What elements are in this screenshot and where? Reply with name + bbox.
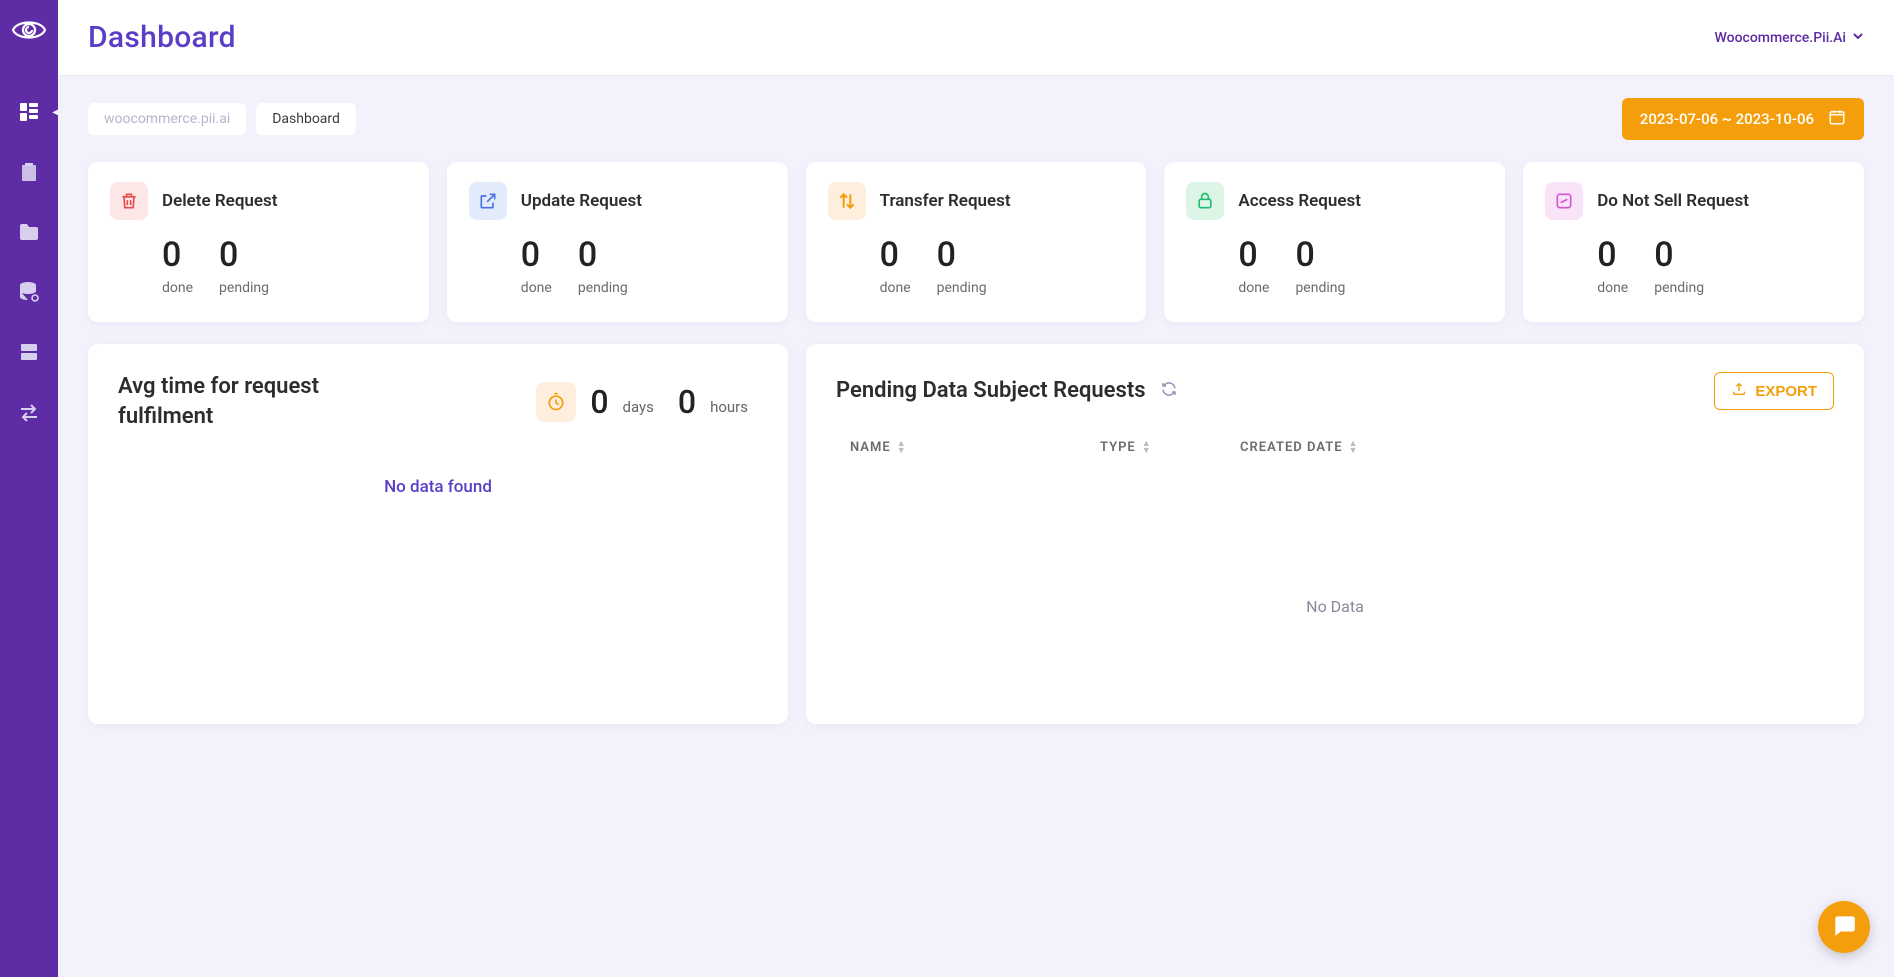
pending-title: Pending Data Subject Requests	[836, 376, 1146, 406]
pending-requests-panel: Pending Data Subject Requests EXPORT NAM…	[806, 344, 1864, 724]
avg-hours-value: 0	[678, 383, 696, 421]
breadcrumb-site[interactable]: woocommerce.pii.ai	[88, 103, 246, 135]
avg-no-data: No data found	[118, 477, 758, 497]
breadcrumb-page[interactable]: Dashboard	[256, 103, 356, 135]
trash-icon	[110, 182, 148, 220]
stat-label: Do Not Sell Request	[1597, 191, 1749, 211]
logo-eye-icon	[11, 16, 47, 48]
avg-hours-label: hours	[710, 398, 748, 422]
stat-card-donotsell[interactable]: Do Not Sell Request 0done 0pending	[1523, 162, 1864, 322]
sort-icon: ▲▼	[897, 441, 907, 455]
col-name[interactable]: NAME▲▼	[850, 440, 1100, 455]
nav-clipboard[interactable]	[0, 156, 58, 188]
avg-days-label: days	[623, 398, 654, 422]
slash-square-icon	[1545, 182, 1583, 220]
topbar: Dashboard Woocommerce.Pii.Ai	[58, 0, 1894, 76]
upload-icon	[1731, 381, 1747, 401]
stopwatch-icon	[536, 382, 576, 422]
tenant-name: Woocommerce.Pii.Ai	[1715, 30, 1846, 46]
export-label: EXPORT	[1755, 383, 1817, 400]
stat-label: Transfer Request	[880, 191, 1011, 211]
external-link-icon	[469, 182, 507, 220]
stat-card-access[interactable]: Access Request 0done 0pending	[1164, 162, 1505, 322]
avg-time-title: Avg time for request fulfilment	[118, 372, 418, 431]
export-button[interactable]: EXPORT	[1714, 372, 1834, 410]
breadcrumb: woocommerce.pii.ai Dashboard	[88, 103, 356, 135]
nav-dashboard[interactable]	[0, 96, 58, 128]
chat-icon	[1831, 912, 1857, 942]
nav-folder[interactable]	[0, 216, 58, 248]
avg-days-value: 0	[590, 383, 608, 421]
stat-label: Delete Request	[162, 191, 278, 211]
stat-cards-row: Delete Request 0done 0pending Update Req…	[88, 162, 1864, 322]
date-range-text: 2023-07-06 ~ 2023-10-06	[1640, 110, 1814, 128]
page-title: Dashboard	[88, 20, 236, 55]
date-range-picker[interactable]: 2023-07-06 ~ 2023-10-06	[1622, 98, 1864, 140]
arrows-updown-icon	[828, 182, 866, 220]
stat-card-update[interactable]: Update Request 0done 0pending	[447, 162, 788, 322]
lock-icon	[1186, 182, 1224, 220]
stat-done: 0	[162, 238, 193, 272]
table-header: NAME▲▼ TYPE▲▼ CREATED DATE▲▼	[836, 410, 1834, 467]
nav-storage[interactable]	[0, 336, 58, 368]
stat-pending: 0	[219, 238, 269, 272]
nav-transfer[interactable]	[0, 396, 58, 428]
stat-card-transfer[interactable]: Transfer Request 0done 0pending	[806, 162, 1147, 322]
col-type[interactable]: TYPE▲▼	[1100, 440, 1240, 455]
tenant-switcher[interactable]: Woocommerce.Pii.Ai	[1715, 30, 1864, 46]
chevron-down-icon	[1852, 30, 1864, 46]
stat-label: Access Request	[1238, 191, 1361, 211]
col-created[interactable]: CREATED DATE▲▼	[1240, 440, 1820, 455]
sort-icon: ▲▼	[1142, 441, 1152, 455]
table-empty: No Data	[836, 467, 1834, 616]
nav-database-gear[interactable]	[0, 276, 58, 308]
avg-time-panel: Avg time for request fulfilment 0 days 0…	[88, 344, 788, 724]
intercom-launcher[interactable]	[1818, 901, 1870, 953]
refresh-icon[interactable]	[1160, 380, 1178, 402]
stat-label: Update Request	[521, 191, 642, 211]
stat-card-delete[interactable]: Delete Request 0done 0pending	[88, 162, 429, 322]
calendar-icon	[1828, 108, 1846, 130]
sort-icon: ▲▼	[1349, 441, 1359, 455]
sidebar	[0, 0, 58, 977]
